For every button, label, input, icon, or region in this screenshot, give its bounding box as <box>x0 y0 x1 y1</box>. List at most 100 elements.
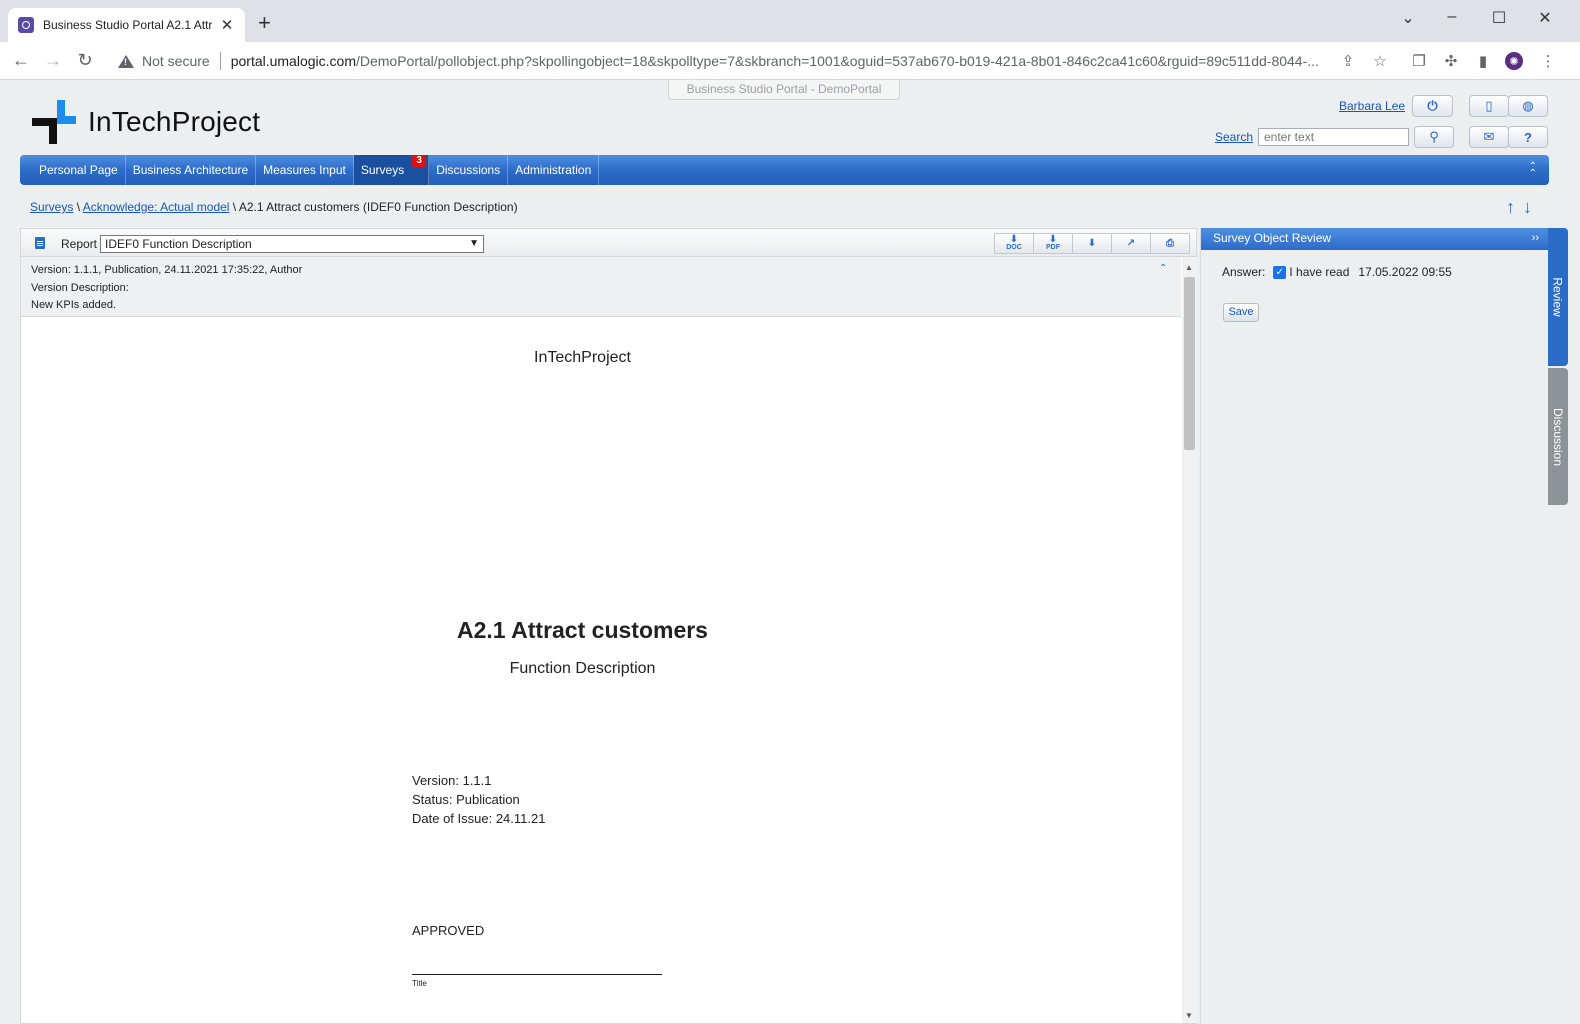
menu-measures-input[interactable]: Measures Input <box>256 155 354 185</box>
scroll-down-arrow-icon[interactable]: ▼ <box>1185 1011 1193 1020</box>
read-checkbox[interactable]: ✓ <box>1273 265 1287 279</box>
browser-toolbar: ← → ↻ Not secure portal.umalogic.com/Dem… <box>0 42 1580 80</box>
copy-icon[interactable]: ❐ <box>1410 52 1428 70</box>
collapse-header-icon[interactable]: ⌃ ⌃ <box>1529 162 1537 179</box>
scroll-thumb[interactable] <box>1184 277 1195 450</box>
new-tab-button[interactable]: + <box>258 12 271 34</box>
breadcrumb: Surveys \ Acknowledge: Actual model \ A2… <box>30 200 518 214</box>
document-meta: Version: 1.1.1 Status: Publication Date … <box>412 771 545 828</box>
address-bar[interactable]: Not secure portal.umalogic.com/DemoPorta… <box>108 46 1398 76</box>
document-approved: APPROVED <box>412 923 485 938</box>
portal-environment-tag: Business Studio Portal - DemoPortal <box>668 80 900 100</box>
scroll-up-arrow-icon[interactable]: ▲ <box>1185 263 1193 272</box>
power-icon: ⏻ <box>1427 98 1438 113</box>
globe-icon: ◍ <box>1522 98 1534 113</box>
document-version: Version: 1.1.1 <box>412 773 492 788</box>
breadcrumb-acknowledge-link[interactable]: Acknowledge: Actual model <box>83 200 230 214</box>
menu-label: Business Architecture <box>132 163 249 177</box>
search-label[interactable]: Search <box>1215 130 1253 144</box>
close-window-button[interactable]: ✕ <box>1530 8 1560 28</box>
tab-title: Business Studio Portal A2.1 Attract cust… <box>43 18 213 32</box>
answer-label: Answer: <box>1222 265 1266 279</box>
menu-business-architecture[interactable]: Business Architecture <box>126 155 257 185</box>
version-description: New KPIs added. <box>31 299 116 311</box>
external-link-icon: ↗ <box>1126 238 1136 249</box>
url-path: /DemoPortal/pollobject.php?skpollingobje… <box>355 53 1319 69</box>
survey-review-panel: Survey Object Review ›› Answer: ✓ I have… <box>1200 228 1549 1024</box>
search-button[interactable]: ⚲ <box>1414 126 1454 148</box>
profile-avatar-icon[interactable]: ✺ <box>1505 52 1523 70</box>
read-checkbox-label[interactable]: I have read <box>1289 265 1349 279</box>
browser-tab[interactable]: Business Studio Portal A2.1 Attract cust… <box>8 8 245 42</box>
logo-mark-icon <box>32 100 76 144</box>
menu-label: Personal Page <box>39 163 118 177</box>
side-tab-review[interactable]: Review <box>1548 228 1568 366</box>
report-actions: ⬇ DOC ⬇ PDF ⬇ ↗ ⎙ <box>994 233 1190 254</box>
breadcrumb-current: A2.1 Attract customers (IDEF0 Function D… <box>238 200 518 214</box>
user-name-link[interactable]: Barbara Lee <box>1339 99 1405 113</box>
collapse-version-icon[interactable]: ⌃ <box>1159 263 1167 274</box>
doc-label: DOC <box>1006 244 1022 251</box>
bookmark-star-icon[interactable]: ☆ <box>1371 52 1389 70</box>
report-scrollbar[interactable]: ▲ ▼ <box>1182 257 1197 1023</box>
review-panel-header: Survey Object Review ›› <box>1201 228 1549 250</box>
minimize-button[interactable]: – <box>1437 8 1467 26</box>
answer-row: Answer: ✓ I have read 17.05.2022 09:55 <box>1222 265 1452 279</box>
logout-power-button[interactable]: ⏻ <box>1412 95 1453 117</box>
printer-icon: ⎙ <box>1166 238 1174 249</box>
signature-line <box>412 974 662 975</box>
help-question-icon: ? <box>1524 129 1532 145</box>
previous-arrow-icon[interactable]: ↑ <box>1506 197 1515 217</box>
maximize-button[interactable]: ☐ <box>1484 8 1514 28</box>
share-icon[interactable]: ⇪ <box>1339 52 1357 70</box>
download-icon: ⬇ <box>1009 234 1019 245</box>
chevron-down-icon: ▼ <box>469 238 479 249</box>
breadcrumb-surveys-link[interactable]: Surveys <box>30 200 73 214</box>
document-title: A2.1 Attract customers <box>457 617 708 643</box>
download-pdf-button[interactable]: ⬇ PDF <box>1033 233 1073 254</box>
close-tab-icon[interactable]: ✕ <box>219 16 235 34</box>
open-external-button[interactable]: ↗ <box>1111 233 1151 254</box>
mobile-view-button[interactable]: ▯ <box>1469 95 1509 117</box>
menu-surveys[interactable]: Surveys 3 <box>353 155 430 185</box>
browser-menu-icon[interactable]: ⋮ <box>1539 52 1557 70</box>
menu-discussions[interactable]: Discussions <box>429 155 509 185</box>
browser-tabbar: Business Studio Portal A2.1 Attract cust… <box>0 0 1580 42</box>
search-input[interactable] <box>1258 128 1409 146</box>
company-logo[interactable]: InTechProject <box>32 100 260 144</box>
menu-label: Discussions <box>436 163 501 177</box>
save-button[interactable]: Save <box>1223 303 1259 322</box>
not-secure-label: Not secure <box>142 53 210 69</box>
side-panel-icon[interactable]: ▮ <box>1474 52 1492 70</box>
extensions-puzzle-icon[interactable]: ✣ <box>1442 52 1460 70</box>
document-status: Status: Publication <box>412 792 520 807</box>
messages-button[interactable]: ✉ <box>1469 126 1509 148</box>
document-subtitle: Function Description <box>509 660 656 677</box>
signature-line-label: Title <box>412 979 427 988</box>
portal-favicon-icon <box>18 17 34 33</box>
menu-administration[interactable]: Administration <box>508 155 600 185</box>
next-arrow-icon[interactable]: ↓ <box>1523 197 1532 217</box>
forward-arrow-icon[interactable]: → <box>41 50 65 70</box>
download-doc-button[interactable]: ⬇ DOC <box>994 233 1034 254</box>
tab-search-icon[interactable]: ⌄ <box>1393 8 1423 28</box>
print-button[interactable]: ⎙ <box>1150 233 1190 254</box>
collapse-panel-icon[interactable]: ›› <box>1532 228 1539 248</box>
download-archive-button[interactable]: ⬇ <box>1072 233 1112 254</box>
version-line: Version: 1.1.1, Publication, 24.11.2021 … <box>31 264 303 276</box>
report-document: InTechProject A2.1 Attract customers Fun… <box>21 317 1181 1023</box>
answer-timestamp: 17.05.2022 09:55 <box>1358 265 1452 279</box>
reload-icon[interactable]: ↻ <box>73 50 97 70</box>
url-text[interactable]: portal.umalogic.com/DemoPortal/pollobjec… <box>231 53 1331 69</box>
menu-personal-page[interactable]: Personal Page <box>32 155 126 185</box>
language-button[interactable]: ◍ <box>1508 95 1548 117</box>
omnibox-divider <box>219 52 221 70</box>
back-arrow-icon[interactable]: ← <box>9 50 33 70</box>
document-date: Date of Issue: 24.11.21 <box>412 811 546 826</box>
side-tab-discussion[interactable]: Discussion <box>1548 368 1568 505</box>
report-label: Report <box>61 237 98 251</box>
download-box-icon: ⬇ <box>1087 238 1097 249</box>
report-type-select[interactable]: IDEF0 Function Description ▼ <box>100 235 484 253</box>
help-button[interactable]: ? <box>1508 126 1548 148</box>
main-menu: Personal Page Business Architecture Meas… <box>20 155 1549 185</box>
